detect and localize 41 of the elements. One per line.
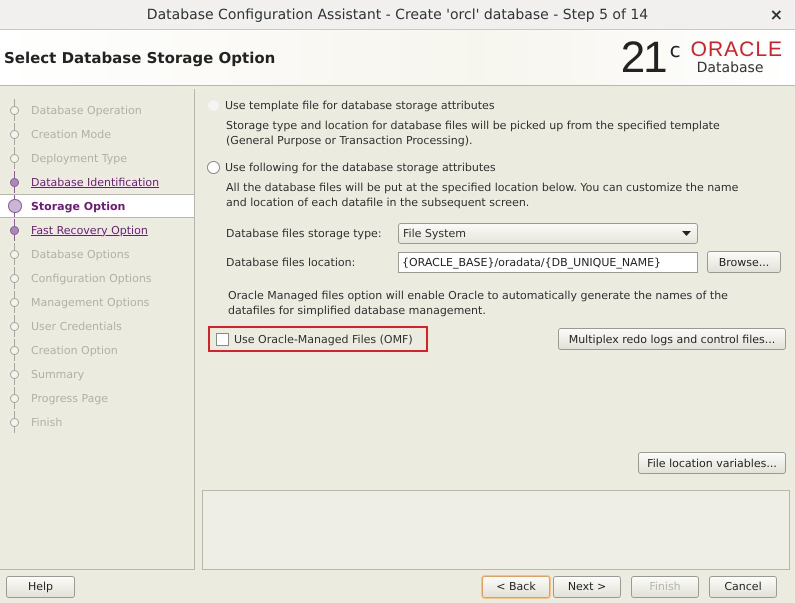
help-button[interactable]: Help — [6, 576, 75, 598]
caret-icon — [682, 230, 691, 236]
step-item: Creation Option — [31, 344, 118, 356]
cancel-button[interactable]: Cancel — [709, 576, 777, 598]
step-item: Database Options — [31, 248, 130, 260]
browse-button[interactable]: Browse... — [707, 251, 781, 273]
step-item: Progress Page — [31, 392, 108, 404]
location-field[interactable]: {ORACLE_BASE}/oradata/{DB_UNIQUE_NAME} — [398, 252, 698, 272]
radio-label[interactable]: Use following for the database storage attributes — [225, 160, 496, 174]
field-label: Database files storage type: — [226, 226, 383, 240]
step-item: Finish — [31, 416, 62, 428]
step-item: User Credentials — [31, 320, 122, 332]
storage-type-dropdown[interactable]: File System — [398, 222, 698, 244]
page-title: Select Database Storage Option — [4, 48, 276, 66]
logo-brand: ORACLE — [690, 39, 783, 60]
step-item[interactable]: Fast Recovery Option — [31, 224, 148, 236]
multiplex-button[interactable]: Multiplex redo logs and control files... — [558, 328, 786, 350]
step-item: Storage Option — [31, 200, 126, 212]
option-description: Storage type and location for database files will be picked up from the specified template (General Purpose or Transaction Processing). — [226, 118, 721, 148]
close-button[interactable]: × — [770, 5, 783, 24]
logo-suffix: c — [670, 38, 681, 62]
field-label: Database files location: — [226, 256, 356, 268]
step-item: Management Options — [31, 296, 150, 308]
logo-product: Database — [696, 60, 764, 76]
wizard-button[interactable]: < Back — [482, 576, 550, 598]
step-item: Summary — [31, 368, 84, 380]
omf-note: Oracle Managed files option will enable Oracle to automatically generate the names of the datafiles for simplified database management. — [228, 288, 729, 318]
step-item: Creation Mode — [31, 128, 112, 140]
file-variables-button[interactable]: File location variables... — [638, 452, 786, 474]
checkbox[interactable] — [216, 332, 229, 346]
step-item: Configuration Options — [31, 272, 152, 284]
checkbox-label[interactable]: Use Oracle-Managed Files (OMF) — [234, 332, 413, 346]
window-title: Database Configuration Assistant - Create 'orcl' database - Step 5 of 14 — [146, 6, 648, 22]
omf-checkbox-row[interactable]: Use Oracle-Managed Files (OMF) — [208, 326, 428, 352]
radio-button[interactable] — [207, 160, 220, 174]
wizard-button[interactable]: Next > — [553, 576, 621, 598]
step-item: Deployment Type — [31, 152, 128, 164]
option-description: All the database files will be put at the specified location below. You can customize the name and location of each datafile in the subsequent screen. — [226, 180, 740, 210]
step-item: Database Operation — [31, 104, 142, 116]
step-item[interactable]: Database Identification — [31, 176, 160, 188]
logo-version: 21 — [620, 36, 666, 80]
